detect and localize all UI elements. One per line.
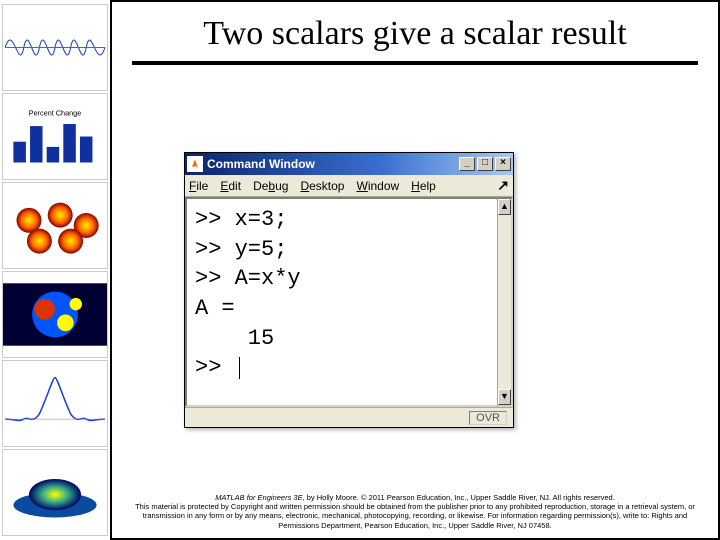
vertical-scrollbar[interactable]: ▲ ▼ bbox=[497, 197, 513, 407]
menu-desktop[interactable]: Desktop bbox=[300, 179, 344, 193]
minimize-button[interactable]: _ bbox=[459, 157, 475, 171]
thumb-3d-surface bbox=[2, 449, 108, 536]
window-titlebar[interactable]: Command Window _ □ × bbox=[185, 153, 513, 175]
thumb-sinc-plot bbox=[2, 360, 108, 447]
command-area: >> x=3; >> y=5; >> A=x*y A = 15 >> ▲ ▼ bbox=[185, 197, 513, 407]
book-title: MATLAB for Engineers 3E, bbox=[215, 493, 304, 502]
status-bar: OVR bbox=[185, 407, 513, 427]
menu-edit[interactable]: Edit bbox=[220, 179, 241, 193]
maximize-button[interactable]: □ bbox=[477, 157, 493, 171]
dock-icon[interactable]: ↗ bbox=[497, 177, 509, 194]
thumb-label: Percent Change bbox=[29, 109, 82, 118]
slide-thumbnails: Percent Change bbox=[0, 0, 110, 540]
slide-frame: Two scalars give a scalar result Command… bbox=[110, 0, 720, 540]
copyright-line2: This material is protected by Copyright … bbox=[135, 502, 695, 530]
menu-bar: File Edit Debug Desktop Window Help ↗ bbox=[185, 175, 513, 197]
title-underline bbox=[132, 61, 698, 65]
thumb-bar-chart: Percent Change bbox=[2, 93, 108, 180]
thumb-surface-plot bbox=[2, 182, 108, 269]
scroll-down-button[interactable]: ▼ bbox=[498, 389, 511, 405]
scroll-track[interactable] bbox=[498, 215, 511, 389]
menu-debug[interactable]: Debug bbox=[253, 179, 288, 193]
close-button[interactable]: × bbox=[495, 157, 511, 171]
command-text[interactable]: >> x=3; >> y=5; >> A=x*y A = 15 >> bbox=[185, 197, 497, 407]
menu-help[interactable]: Help bbox=[411, 179, 436, 193]
copyright-line1: by Holly Moore. © 2011 Pearson Education… bbox=[305, 493, 615, 502]
thumb-fractal-plot bbox=[2, 271, 108, 358]
thumb-signal-plot bbox=[2, 4, 108, 91]
matlab-icon bbox=[187, 156, 203, 172]
slide-title: Two scalars give a scalar result bbox=[112, 2, 718, 57]
menu-file[interactable]: File bbox=[189, 179, 208, 193]
menu-window[interactable]: Window bbox=[356, 179, 399, 193]
ovr-indicator: OVR bbox=[469, 411, 507, 425]
text-cursor bbox=[239, 357, 240, 379]
copyright-footer: MATLAB for Engineers 3E, by Holly Moore.… bbox=[132, 493, 698, 531]
window-title-text: Command Window bbox=[207, 157, 315, 171]
command-window: Command Window _ □ × File Edit Debug Des… bbox=[184, 152, 514, 428]
scroll-up-button[interactable]: ▲ bbox=[498, 199, 511, 215]
